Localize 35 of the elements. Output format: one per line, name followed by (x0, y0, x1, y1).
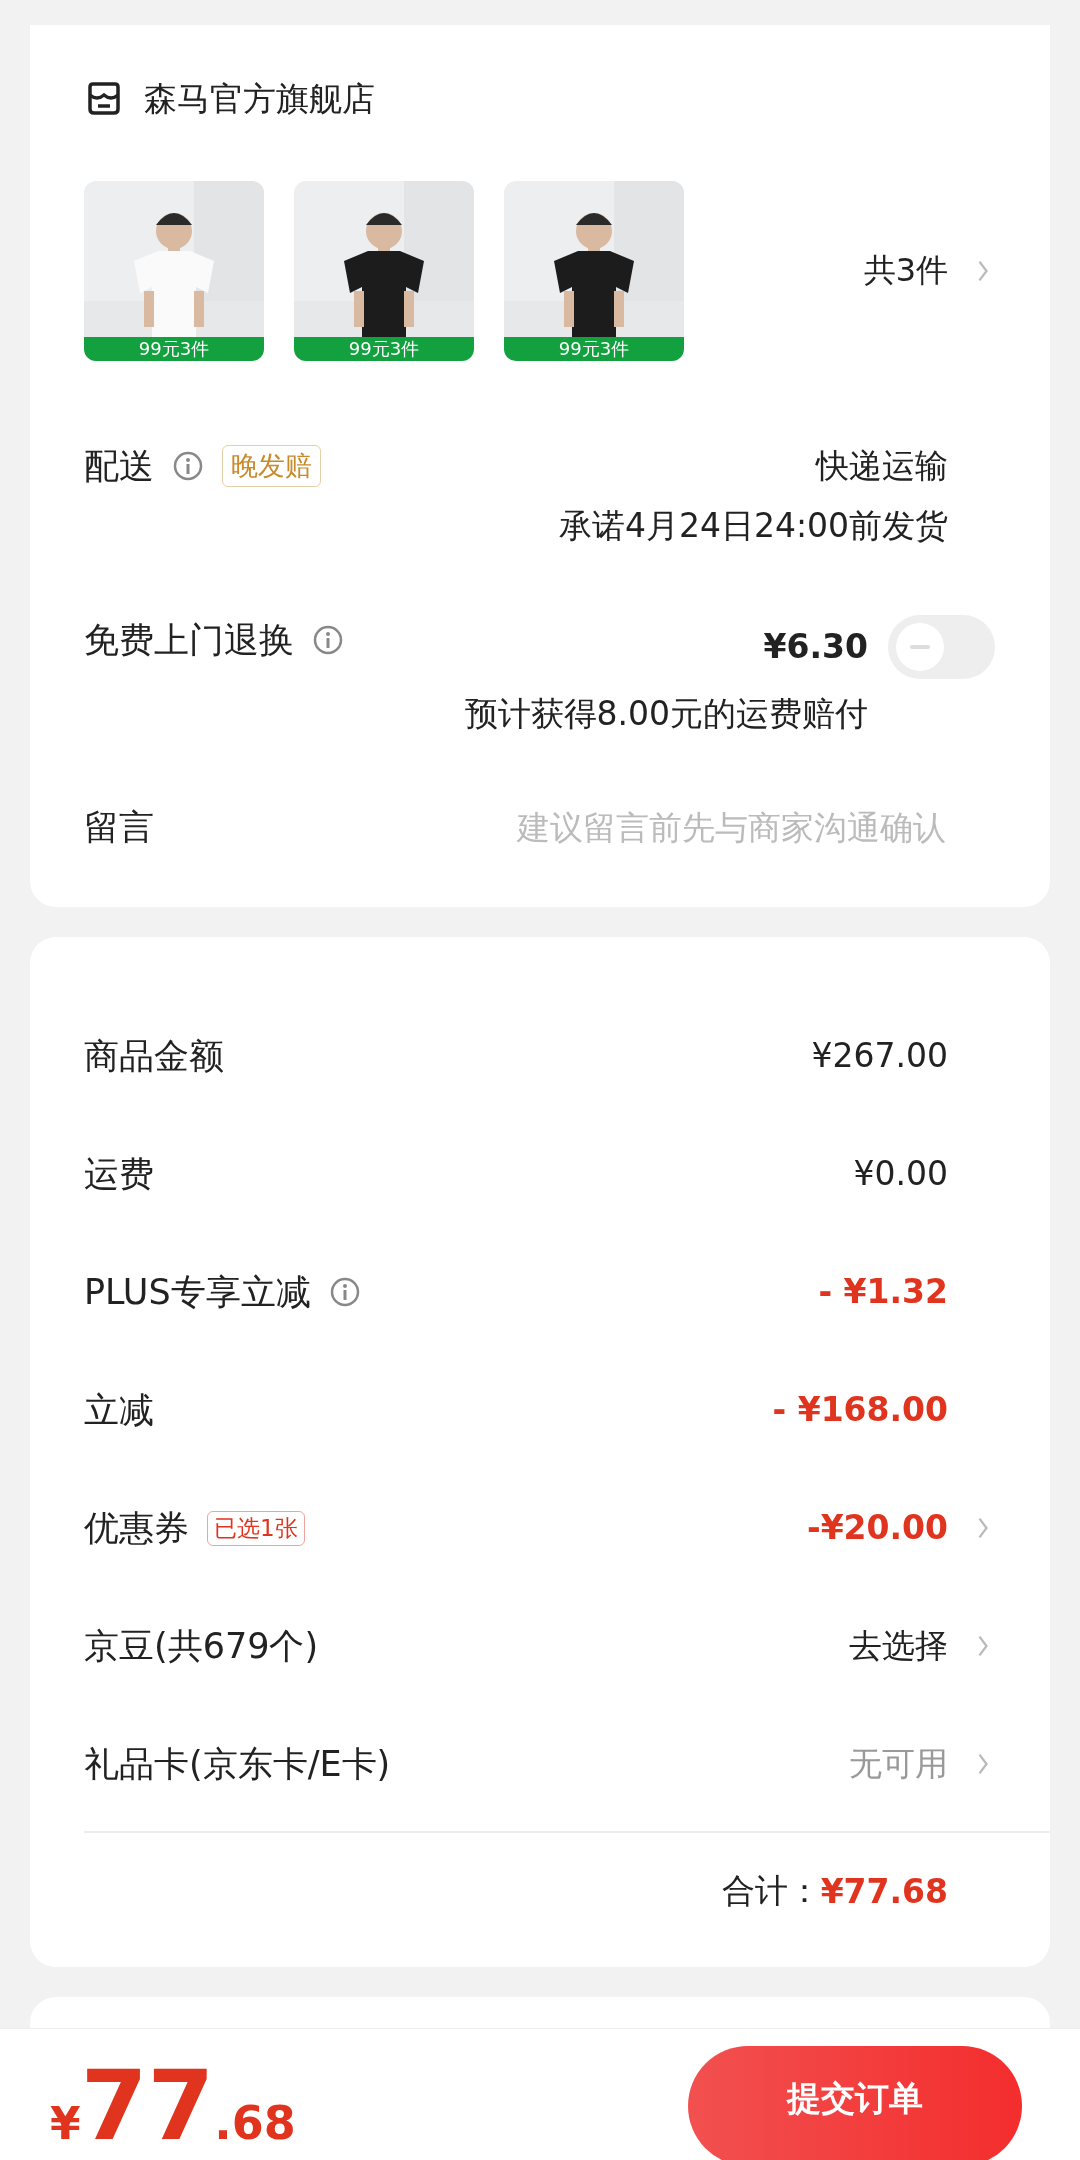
total-label: 合计： (721, 1870, 821, 1912)
delivery-method[interactable]: 快递运输 (816, 441, 948, 491)
fee-value[interactable]: -¥20.00 (806, 1503, 948, 1553)
info-icon[interactable] (312, 624, 344, 656)
info-icon[interactable] (172, 450, 204, 482)
total-amount: ¥77.68 (820, 1870, 948, 1913)
coupon-tag: 已选1张 (207, 1510, 305, 1546)
delivery-promise: 承诺4月24日24:00前发货 (558, 505, 948, 547)
promo-badge: 99元3件 (84, 337, 264, 361)
promo-badge: 99元3件 (294, 337, 474, 361)
fee-value: - ¥1.32 (818, 1271, 948, 1313)
fee-label: 运费 (84, 1152, 154, 1196)
fee-label: 商品金额 (84, 1034, 224, 1078)
fee-value: - ¥168.00 (772, 1389, 948, 1431)
return-service-price: ¥6.30 (763, 626, 868, 668)
message-field[interactable]: 建议留言前先与商家沟通确认 (154, 806, 948, 848)
message-label: 留言 (84, 805, 154, 849)
late-compensation-tag: 晚发赔 (222, 445, 321, 487)
fee-label: 礼品卡(京东卡/E卡) (84, 1742, 391, 1786)
fee-value: ¥267.00 (811, 1035, 948, 1077)
promo-badge: 99元3件 (504, 337, 684, 361)
fee-label: 京豆(共679个) (84, 1624, 319, 1668)
pay-amount: ¥77.68 (50, 2058, 296, 2154)
fee-value[interactable]: 去选择 (849, 1621, 948, 1671)
item-count[interactable]: 共3件 (863, 249, 948, 293)
return-service-label: 免费上门退换 (84, 618, 294, 662)
info-icon[interactable] (328, 1276, 361, 1308)
submit-order-button[interactable]: 提交订单 (688, 2046, 1022, 2160)
compensation-note: 预计获得8.00元的运费赔付 (464, 693, 868, 735)
delivery-label: 配送 (84, 444, 154, 488)
fee-label: 立减 (84, 1388, 154, 1432)
fee-value: ¥0.00 (853, 1153, 948, 1195)
fee-label: 优惠券 (84, 1506, 189, 1550)
fee-label: PLUS专享立减 (84, 1270, 311, 1314)
store-name[interactable]: 森马官方旗舰店 (144, 76, 375, 122)
